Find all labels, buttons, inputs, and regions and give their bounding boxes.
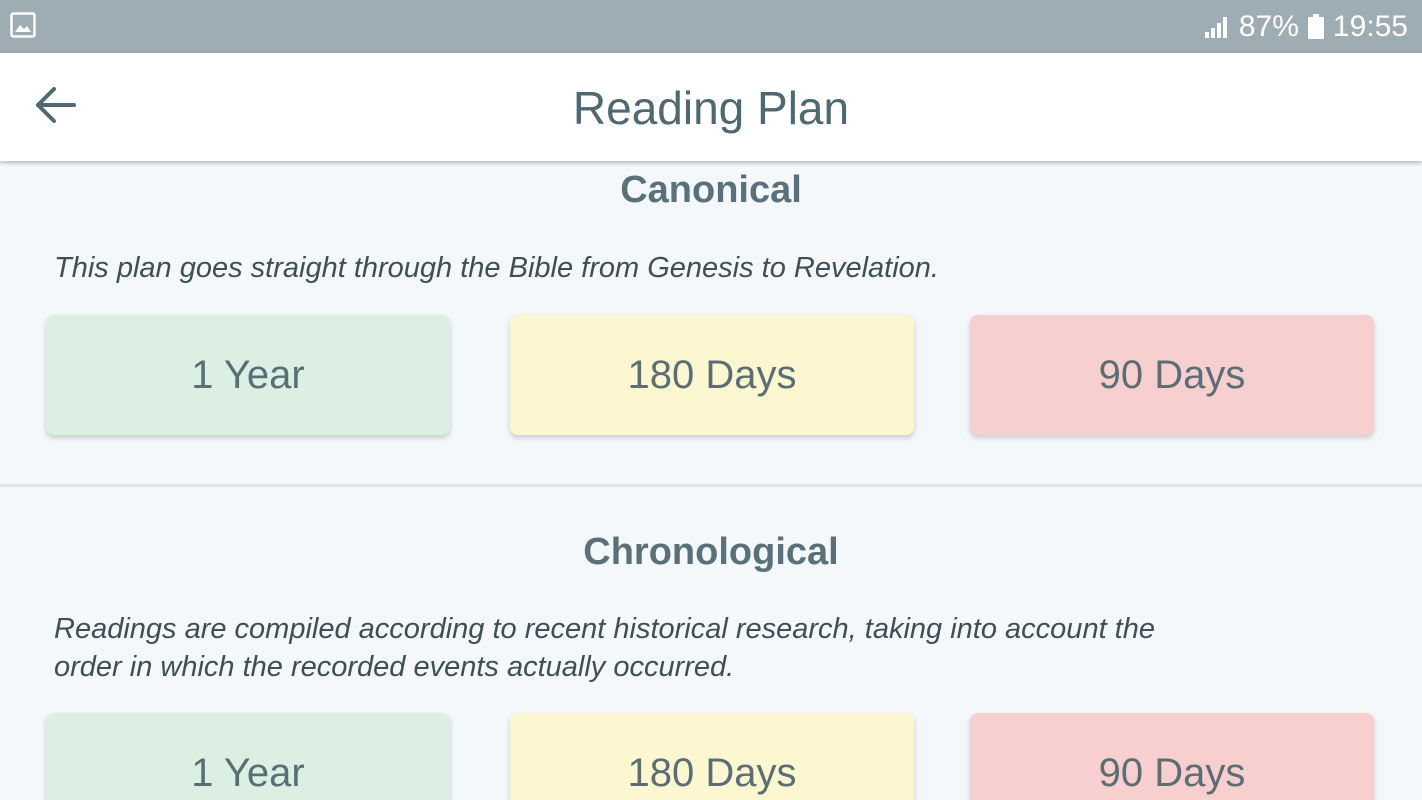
description-line: order in which the recorded events actua… <box>54 651 735 683</box>
description-line: Readings are compiled according to recen… <box>54 613 1155 645</box>
app-header: Reading Plan <box>0 53 1422 161</box>
canonical-90-days-button[interactable]: 90 Days <box>970 315 1374 435</box>
plan-list[interactable]: Canonical This plan goes straight throug… <box>0 161 1422 800</box>
chronological-90-days-button[interactable]: 90 Days <box>970 713 1374 800</box>
signal-icon <box>1203 14 1231 40</box>
section-description: Readings are compiled according to recen… <box>54 610 1354 686</box>
page-title: Reading Plan <box>572 82 850 134</box>
plan-section-chronological: Chronological Readings are compiled acco… <box>0 487 1422 800</box>
clock-time: 19:55 <box>1332 10 1408 43</box>
section-title: Chronological <box>583 531 839 573</box>
arrow-left-icon <box>34 85 78 130</box>
canonical-180-days-button[interactable]: 180 Days <box>510 315 914 435</box>
battery-percent: 87% <box>1238 10 1299 43</box>
status-indicators: 87% 19:55 <box>1203 8 1408 46</box>
gallery-notification-icon <box>10 12 36 38</box>
section-title: Canonical <box>620 169 802 211</box>
plan-section-canonical: Canonical This plan goes straight throug… <box>0 161 1422 487</box>
chronological-180-days-button[interactable]: 180 Days <box>510 713 914 800</box>
canonical-1-year-button[interactable]: 1 Year <box>46 315 450 435</box>
battery-icon <box>1307 14 1325 40</box>
section-description: This plan goes straight through the Bibl… <box>54 252 939 284</box>
status-bar: 87% 19:55 <box>0 0 1422 53</box>
back-button[interactable] <box>24 79 88 135</box>
chronological-1-year-button[interactable]: 1 Year <box>46 713 450 800</box>
